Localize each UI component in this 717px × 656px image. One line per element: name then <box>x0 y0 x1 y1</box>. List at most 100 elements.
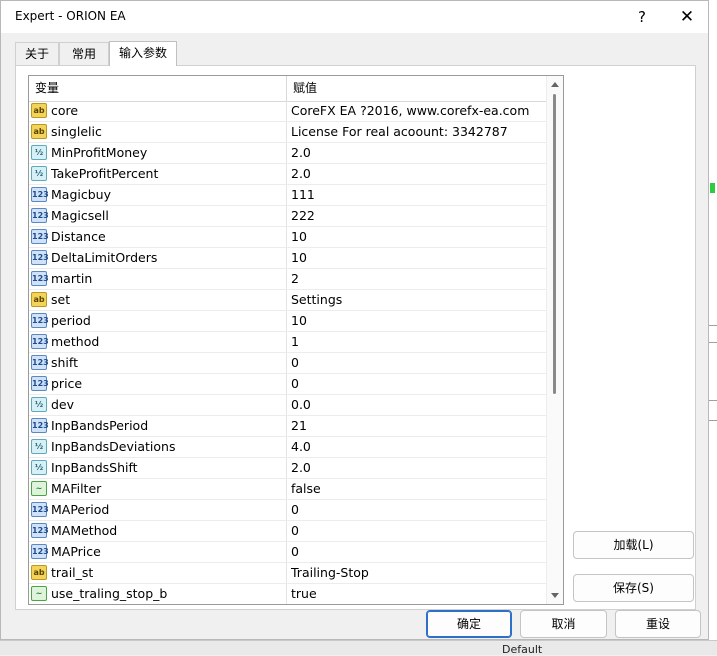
parameter-value[interactable]: 10 <box>287 227 546 247</box>
parameter-name-cell[interactable]: 123 DeltaLimitOrders <box>29 248 287 268</box>
tab-inputs[interactable]: 输入参数 <box>109 41 177 66</box>
parameter-row[interactable]: ½ InpBandsDeviations 4.0 <box>29 437 546 458</box>
vertical-scrollbar[interactable] <box>546 76 563 604</box>
load-button[interactable]: 加载(L) <box>573 531 694 559</box>
parameter-value[interactable]: License For real acoount: 3342787 <box>287 122 546 142</box>
parameter-name-cell[interactable]: ½ MinProfitMoney <box>29 143 287 163</box>
parameter-value[interactable]: 2 <box>287 269 546 289</box>
help-icon: ? <box>638 8 646 26</box>
grid-rows: ab core CoreFX EA ?2016, www.corefx-ea.com… <box>29 101 546 604</box>
parameter-value[interactable]: 21 <box>287 416 546 436</box>
parameter-name: InpBandsShift <box>51 460 138 475</box>
background-divider <box>709 400 717 401</box>
integer-type-icon: 123 <box>31 313 49 328</box>
tab-about[interactable]: 关于 <box>15 42 59 65</box>
parameter-row[interactable]: 123 shift 0 <box>29 353 546 374</box>
parameter-row[interactable]: 123 MAPrice 0 <box>29 542 546 563</box>
parameter-name-cell[interactable]: ab core <box>29 101 287 121</box>
parameter-name-cell[interactable]: ab singlelic <box>29 122 287 142</box>
parameter-row[interactable]: 123 period 10 <box>29 311 546 332</box>
parameter-name: TakeProfitPercent <box>51 166 159 181</box>
parameter-row[interactable]: ½ TakeProfitPercent 2.0 <box>29 164 546 185</box>
parameter-value[interactable]: 0 <box>287 542 546 562</box>
parameter-name-cell[interactable]: 123 Magicbuy <box>29 185 287 205</box>
parameter-name-cell[interactable]: ~ use_traling_stop_b <box>29 584 287 604</box>
column-header-variable[interactable]: 变量 <box>29 76 287 101</box>
parameter-value[interactable]: false <box>287 479 546 499</box>
ok-button[interactable]: 确定 <box>426 610 512 638</box>
column-header-value[interactable]: 赋值 <box>287 76 546 101</box>
parameter-value[interactable]: 111 <box>287 185 546 205</box>
parameter-name-cell[interactable]: 123 Distance <box>29 227 287 247</box>
parameter-name-cell[interactable]: ab trail_st <box>29 563 287 583</box>
parameter-name-cell[interactable]: 123 MAMethod <box>29 521 287 541</box>
parameter-value[interactable]: 0 <box>287 521 546 541</box>
parameter-name-cell[interactable]: 123 period <box>29 311 287 331</box>
parameter-row[interactable]: 123 Distance 10 <box>29 227 546 248</box>
parameter-value[interactable]: 0.0 <box>287 395 546 415</box>
parameter-name-cell[interactable]: ½ InpBandsShift <box>29 458 287 478</box>
parameter-row[interactable]: 123 martin 2 <box>29 269 546 290</box>
scroll-thumb[interactable] <box>553 94 556 394</box>
cancel-button[interactable]: 取消 <box>520 610 607 638</box>
parameter-row[interactable]: ab singlelic License For real acoount: 334… <box>29 122 546 143</box>
parameter-name-cell[interactable]: ~ MAFilter <box>29 479 287 499</box>
parameter-name-cell[interactable]: 123 MAPeriod <box>29 500 287 520</box>
parameter-row[interactable]: ab trail_st Trailing-Stop <box>29 563 546 584</box>
integer-type-icon: 123 <box>31 250 49 265</box>
scroll-down-icon[interactable] <box>551 593 559 598</box>
parameter-name-cell[interactable]: ab set <box>29 290 287 310</box>
parameter-row[interactable]: 123 MAPeriod 0 <box>29 500 546 521</box>
parameter-value[interactable]: 2.0 <box>287 458 546 478</box>
parameter-name-cell[interactable]: 123 method <box>29 332 287 352</box>
parameter-row[interactable]: ~ use_traling_stop_b true <box>29 584 546 604</box>
reset-button[interactable]: 重设 <box>615 610 701 638</box>
parameters-grid: 变量 赋值 ab core CoreFX EA ?2016, www.corefx-… <box>28 75 564 605</box>
integer-type-icon: 123 <box>31 355 49 370</box>
parameter-name-cell[interactable]: ½ dev <box>29 395 287 415</box>
parameter-value[interactable]: 0 <box>287 374 546 394</box>
parameter-value[interactable]: 10 <box>287 311 546 331</box>
parameter-value[interactable]: 10 <box>287 248 546 268</box>
save-button[interactable]: 保存(S) <box>573 574 694 602</box>
parameter-name-cell[interactable]: ½ TakeProfitPercent <box>29 164 287 184</box>
parameter-value[interactable]: CoreFX EA ?2016, www.corefx-ea.com <box>287 101 546 121</box>
parameter-name-cell[interactable]: 123 Magicsell <box>29 206 287 226</box>
parameter-name-cell[interactable]: 123 MAPrice <box>29 542 287 562</box>
parameter-row[interactable]: 123 Magicbuy 111 <box>29 185 546 206</box>
parameter-row[interactable]: ½ dev 0.0 <box>29 395 546 416</box>
parameter-row[interactable]: ab core CoreFX EA ?2016, www.corefx-ea.com <box>29 101 546 122</box>
close-button[interactable]: ✕ <box>672 5 702 29</box>
parameter-value[interactable]: Trailing-Stop <box>287 563 546 583</box>
parameter-value[interactable]: 2.0 <box>287 164 546 184</box>
parameter-row[interactable]: ab set Settings <box>29 290 546 311</box>
string-type-icon: ab <box>31 124 47 139</box>
parameter-row[interactable]: 123 InpBandsPeriod 21 <box>29 416 546 437</box>
parameter-row[interactable]: ~ MAFilter false <box>29 479 546 500</box>
parameter-row[interactable]: 123 method 1 <box>29 332 546 353</box>
parameter-name-cell[interactable]: 123 shift <box>29 353 287 373</box>
parameter-row[interactable]: 123 price 0 <box>29 374 546 395</box>
parameter-value[interactable]: 2.0 <box>287 143 546 163</box>
parameter-value[interactable]: Settings <box>287 290 546 310</box>
parameter-row[interactable]: 123 DeltaLimitOrders 10 <box>29 248 546 269</box>
parameter-value[interactable]: 4.0 <box>287 437 546 457</box>
parameter-name-cell[interactable]: 123 price <box>29 374 287 394</box>
parameter-value[interactable]: true <box>287 584 546 604</box>
parameter-row[interactable]: ½ InpBandsShift 2.0 <box>29 458 546 479</box>
parameter-row[interactable]: ½ MinProfitMoney 2.0 <box>29 143 546 164</box>
parameter-value[interactable]: 1 <box>287 332 546 352</box>
parameter-name-cell[interactable]: 123 InpBandsPeriod <box>29 416 287 436</box>
parameter-row[interactable]: 123 Magicsell 222 <box>29 206 546 227</box>
parameter-name-cell[interactable]: ½ InpBandsDeviations <box>29 437 287 457</box>
parameter-value[interactable]: 0 <box>287 353 546 373</box>
help-button[interactable]: ? <box>627 5 657 29</box>
background-indicator <box>710 183 715 193</box>
parameter-name-cell[interactable]: 123 martin <box>29 269 287 289</box>
parameter-value[interactable]: 0 <box>287 500 546 520</box>
tab-common[interactable]: 常用 <box>59 42 109 65</box>
parameter-row[interactable]: 123 MAMethod 0 <box>29 521 546 542</box>
parameter-value[interactable]: 222 <box>287 206 546 226</box>
scroll-up-icon[interactable] <box>551 82 559 87</box>
title-bar[interactable]: Expert - ORION EA ? ✕ <box>1 1 708 33</box>
